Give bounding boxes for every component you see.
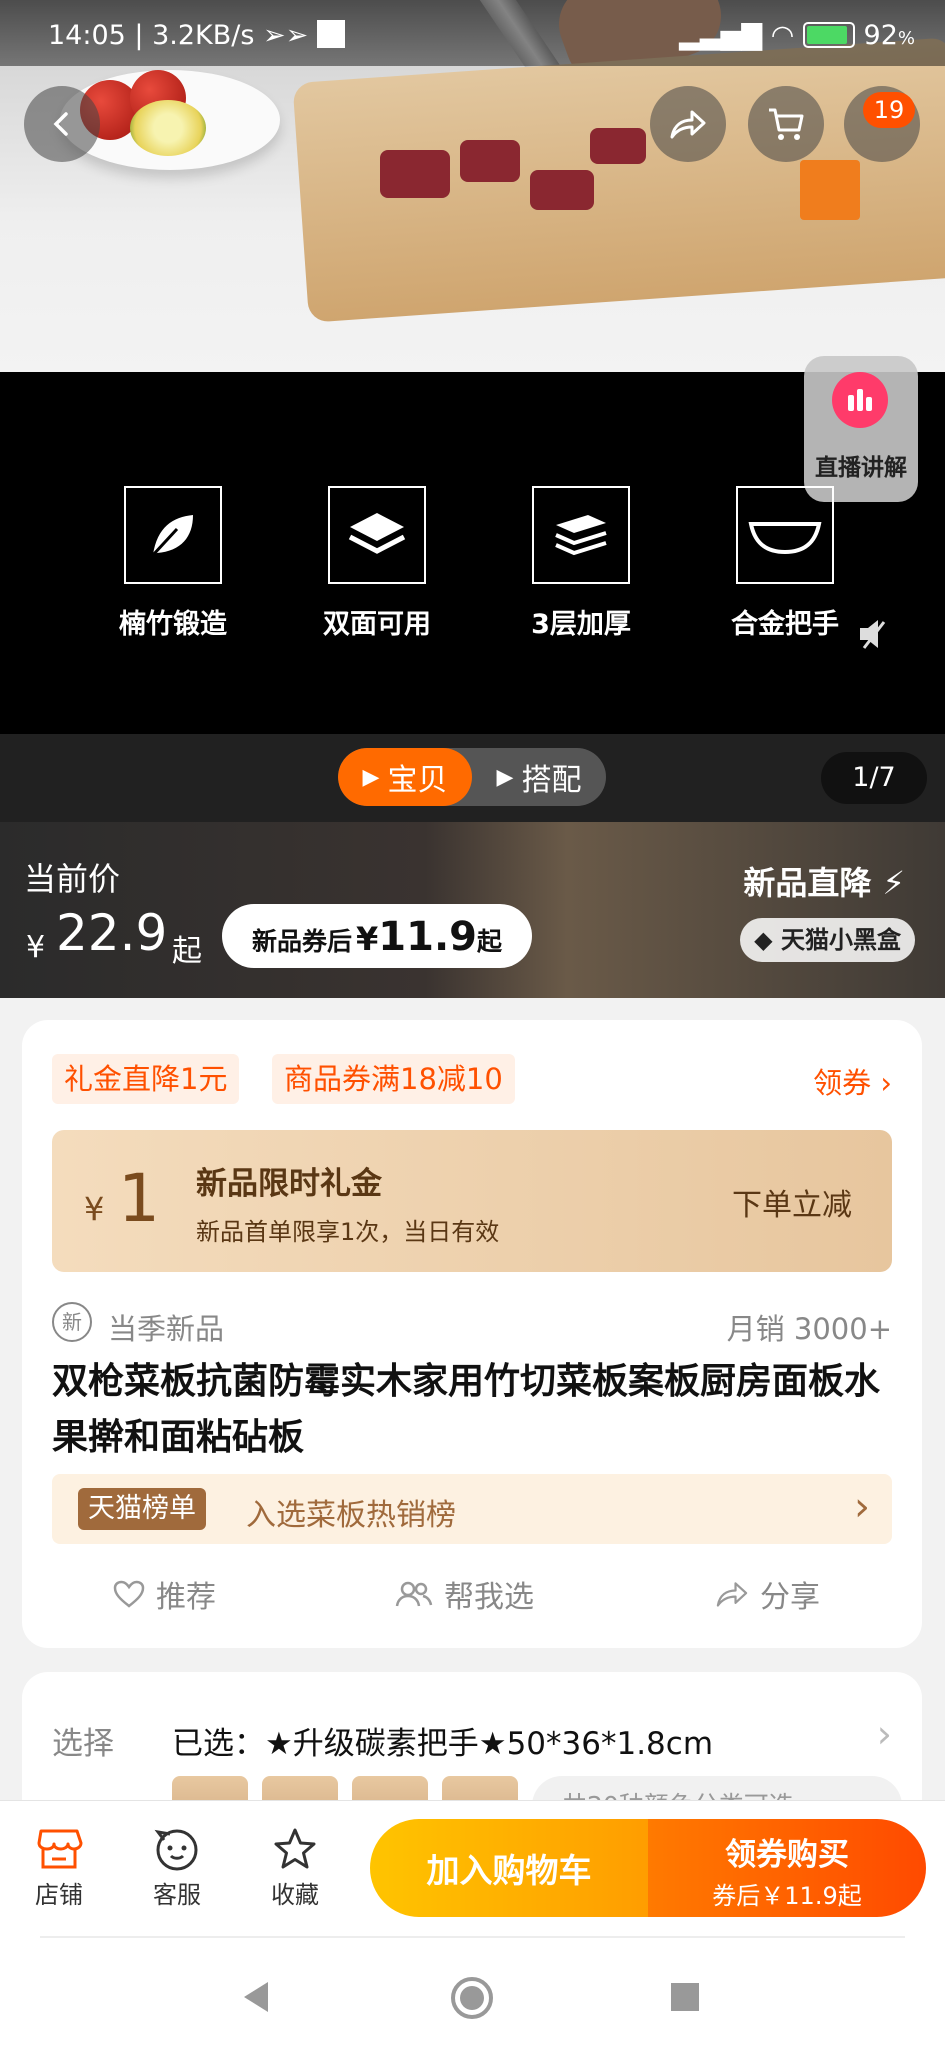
lightning-icon: ⚡ bbox=[871, 864, 905, 902]
share-icon bbox=[670, 110, 706, 139]
home-nav-button[interactable] bbox=[450, 1976, 494, 2024]
season-tag: 当季新品 bbox=[108, 1312, 225, 1346]
claim-coupon-buy-button[interactable]: 领券购买 券后￥11.9起 bbox=[648, 1819, 926, 1917]
live-label: 直播讲解 bbox=[815, 455, 907, 481]
send-icon: ➢➢ bbox=[263, 20, 309, 51]
signal-icon: ▂▃▅▇ bbox=[679, 20, 763, 51]
shop-icon bbox=[14, 1823, 104, 1875]
rank-banner[interactable]: 天猫榜单 入选菜板热销榜 › bbox=[52, 1474, 892, 1544]
square-recents-icon bbox=[671, 1983, 699, 2011]
add-to-cart-button[interactable]: 加入购物车 bbox=[370, 1819, 648, 1917]
share-product-button[interactable]: 分享 bbox=[714, 1572, 820, 1616]
claim-coupon-link[interactable]: 领券 › bbox=[813, 1060, 892, 1102]
product-title: 双枪菜板抗菌防霉实木家用竹切菜板案板厨房面板水果擀和面粘砧板 bbox=[52, 1361, 881, 1458]
system-nav-bar bbox=[0, 1936, 945, 2048]
status-time: 14:05 | 3.2KB/s ➢➢ bbox=[48, 20, 345, 51]
home-circle-icon bbox=[451, 1977, 493, 2019]
star-icon bbox=[250, 1823, 340, 1875]
carrot-piece bbox=[800, 160, 860, 220]
tab-item[interactable]: ▶ 宝贝 bbox=[338, 748, 472, 806]
leaf-icon bbox=[124, 486, 222, 584]
chevron-right-icon: › bbox=[854, 1484, 870, 1530]
media-tabs-bar: ▶ 宝贝 ▶ 搭配 1/7 bbox=[0, 734, 945, 822]
meat-piece bbox=[380, 150, 450, 198]
lemon-image bbox=[130, 100, 206, 156]
coupon-price-pill: 新品券后 ¥ 11.9 起 bbox=[222, 904, 532, 968]
handle-icon bbox=[736, 486, 834, 584]
square-icon bbox=[316, 20, 345, 48]
recommend-button[interactable]: 推荐 bbox=[112, 1572, 216, 1616]
promo-tag-cash: 礼金直降1元 bbox=[52, 1054, 240, 1104]
new-drop-label: 新品直降 ⚡ bbox=[743, 864, 905, 902]
users-icon bbox=[395, 1581, 433, 1607]
current-price-label: 当前价 bbox=[24, 860, 121, 898]
feature-bamboo: 楠竹锻造 bbox=[98, 486, 248, 641]
gift-amount: 1 bbox=[118, 1160, 160, 1237]
heart-icon bbox=[113, 1580, 145, 1608]
meat-piece bbox=[530, 170, 594, 210]
cart-button[interactable] bbox=[748, 86, 824, 162]
box-icon: ◆ bbox=[754, 926, 773, 954]
product-info-card: 礼金直降1元 商品券满18减10 领券 › ¥ 1 新品限时礼金 新品首单限享1… bbox=[22, 1020, 922, 1648]
chevron-right-icon: › bbox=[871, 1066, 892, 1100]
play-icon: ▶ bbox=[362, 764, 380, 790]
new-badge-icon: 新 bbox=[52, 1302, 92, 1342]
live-explain-button[interactable]: 直播讲解 bbox=[804, 356, 918, 502]
new-gift-banner[interactable]: ¥ 1 新品限时礼金 新品首单限享1次，当日有效 下单立减 bbox=[52, 1130, 892, 1272]
meat-piece bbox=[590, 128, 646, 164]
tab-match[interactable]: ▶ 搭配 bbox=[472, 748, 606, 806]
cart-icon bbox=[769, 108, 804, 140]
meat-piece bbox=[460, 140, 520, 182]
stack-icon bbox=[532, 486, 630, 584]
divider bbox=[40, 1936, 905, 1938]
back-nav-button[interactable] bbox=[240, 1980, 272, 2018]
share-button[interactable] bbox=[650, 86, 726, 162]
service-button[interactable]: 客服 bbox=[132, 1823, 222, 1910]
back-button[interactable] bbox=[24, 86, 100, 162]
play-icon: ▶ bbox=[496, 764, 514, 790]
tmall-black-box-badge: ◆ 天猫小黑盒 bbox=[740, 918, 915, 962]
gift-title: 新品限时礼金 bbox=[196, 1166, 382, 1202]
live-icon bbox=[832, 372, 888, 428]
status-bar: 14:05 | 3.2KB/s ➢➢ ▂▃▅▇ ◠ 92% bbox=[0, 0, 945, 66]
feature-handle: 合金把手 bbox=[710, 486, 860, 641]
help-choose-button[interactable]: 帮我选 bbox=[394, 1572, 534, 1616]
chevron-right-icon: › bbox=[876, 1712, 892, 1756]
wifi-icon: ◠ bbox=[770, 20, 795, 51]
feature-thick: 3层加厚 bbox=[506, 486, 656, 641]
price-banner: 当前价 ¥ 22.9 起 新品券后 ¥ 11.9 起 新品直降 ⚡ ◆ 天猫小黑… bbox=[0, 822, 945, 998]
battery-icon bbox=[802, 22, 855, 48]
cart-count-badge: 19 bbox=[863, 92, 915, 128]
shop-button[interactable]: 店铺 bbox=[14, 1823, 104, 1910]
monthly-sales: 月销 3000+ bbox=[726, 1312, 892, 1346]
media-segment: ▶ 宝贝 ▶ 搭配 bbox=[338, 748, 606, 806]
image-pager: 1/7 bbox=[821, 752, 927, 804]
chevron-left-icon bbox=[53, 112, 68, 136]
status-icons: ▂▃▅▇ ◠ 92% bbox=[679, 20, 915, 51]
layers-icon bbox=[328, 486, 426, 584]
select-label: 选择 bbox=[52, 1726, 114, 1762]
order-discount-button[interactable]: 下单立减 bbox=[732, 1180, 852, 1224]
service-icon bbox=[132, 1823, 222, 1875]
rank-text: 入选菜板热销榜 bbox=[246, 1498, 456, 1533]
selected-sku: 已选：★升级碳素把手★50*36*1.8cm bbox=[172, 1726, 714, 1762]
bottom-action-bar: 店铺 客服 收藏 加入购物车 领券购买 券后￥11.9起 bbox=[0, 1800, 945, 1936]
share-icon bbox=[716, 1582, 748, 1607]
recents-nav-button[interactable] bbox=[670, 1982, 700, 2016]
tmall-rank-tag: 天猫榜单 bbox=[78, 1488, 206, 1530]
gift-subtitle: 新品首单限享1次，当日有效 bbox=[196, 1218, 500, 1246]
promo-tag-coupon: 商品券满18减10 bbox=[272, 1054, 515, 1104]
favorite-button[interactable]: 收藏 bbox=[250, 1823, 340, 1910]
feature-double-side: 双面可用 bbox=[302, 486, 452, 641]
triangle-back-icon bbox=[244, 1982, 268, 2012]
current-price: 22.9 bbox=[56, 904, 168, 962]
mute-icon[interactable] bbox=[856, 616, 896, 656]
